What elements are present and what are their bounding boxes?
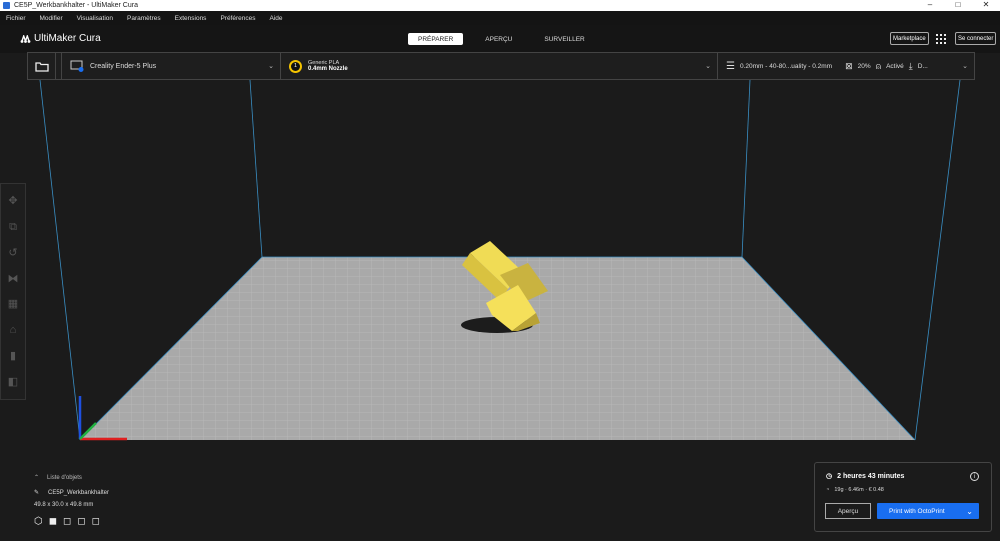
infill-value: 20% (857, 62, 871, 70)
tab-preview[interactable]: APERÇU (475, 33, 522, 45)
per-model-settings-icon[interactable]: ▦ (7, 298, 19, 310)
chevron-down-icon: ⌄ (705, 63, 711, 70)
view-left-icon[interactable]: ◻ (77, 516, 85, 527)
logo-text: UltiMaker Cura (34, 33, 101, 44)
minimize-button[interactable]: – (916, 0, 944, 9)
ultimaker-logo-icon (20, 34, 31, 43)
folder-icon (34, 61, 49, 72)
menu-modifier[interactable]: Modifier (40, 15, 63, 22)
support-icon: ⍝ (875, 60, 882, 71)
menu-aide[interactable]: Aide (269, 15, 282, 22)
tab-monitor[interactable]: SURVEILLER (534, 33, 594, 45)
stage-bar: Creality Ender-5 Plus ⌄ 1 Generic PLA 0.… (27, 52, 975, 80)
print-button-label: Print with OctoPrint (889, 507, 945, 515)
object-list: ⌃ Liste d'objets ✎ CE5P_Werkbankhalter 4… (34, 474, 109, 528)
view-front-icon[interactable]: ◼ (49, 516, 57, 527)
extruder-icon: 1 (289, 59, 302, 73)
object-dimensions: 49.8 x 30.0 x 49.8 mm (34, 502, 94, 508)
cylinder-tool-icon[interactable]: ▮ (7, 350, 19, 362)
title-bar: CE5P_Werkbankhalter - UltiMaker Cura – □… (0, 0, 1000, 11)
print-time: 2 heures 43 minutes (837, 472, 905, 480)
object-list-header: Liste d'objets (47, 474, 82, 481)
preview-button[interactable]: Aperçu (825, 503, 871, 519)
window-title: CE5P_Werkbankhalter - UltiMaker Cura (14, 2, 138, 9)
rotate-tool-icon[interactable]: ↺ (7, 247, 19, 259)
material-usage: 19g · 6.46m · € 0.48 (834, 487, 884, 493)
header: UltiMaker Cura PRÉPARER APERÇU SURVEILLE… (0, 25, 1000, 53)
view-top-icon[interactable]: ◻ (63, 516, 71, 527)
menu-fichier[interactable]: Fichier (6, 15, 26, 22)
print-button[interactable]: Print with OctoPrint ⌄ (877, 503, 979, 519)
menu-visualisation[interactable]: Visualisation (77, 15, 113, 22)
apps-grid-icon[interactable] (936, 34, 946, 44)
profile-name: 0.20mm - 40-80...uality - 0.2mm (739, 62, 833, 70)
infill-icon: ⊠ (845, 60, 853, 71)
move-tool-icon[interactable]: ✥ (7, 195, 19, 207)
pencil-icon: ✎ (34, 490, 40, 496)
menu-bar: Fichier Modifier Visualisation Paramètre… (0, 11, 1000, 25)
print-settings-selector[interactable]: ☰ 0.20mm - 40-80...uality - 0.2mm ⊠ 20% … (718, 53, 974, 79)
close-button[interactable]: ✕ (972, 0, 1000, 9)
support-value: Activé (886, 62, 904, 70)
tab-prepare[interactable]: PRÉPARER (408, 33, 464, 45)
settings-sliders-icon: ☰ (726, 60, 735, 72)
object-list-toggle[interactable]: ⌃ Liste d'objets (34, 474, 109, 482)
nozzle-size: 0.4mm Nozzle (308, 66, 348, 72)
view-right-icon[interactable]: ◻ (92, 516, 100, 527)
open-file-button[interactable] (28, 53, 56, 79)
printer-icon (70, 60, 84, 72)
tool-panel: ✥ ⧉ ↺ ⧓ ▦ ⌂ ▮ ◧ (0, 183, 26, 400)
chevron-up-icon: ⌃ (34, 475, 40, 481)
print-job-panel: ◷ 2 heures 43 minutes i ◔ 19g · 6.46m · … (814, 462, 992, 532)
chevron-down-icon: ⌄ (962, 63, 968, 70)
mirror-tool-icon[interactable]: ⧓ (7, 273, 19, 285)
adhesion-value: D... (917, 62, 928, 70)
adhesion-icon: ⤓ (908, 60, 913, 71)
view-3d-icon[interactable]: ⬡ (34, 516, 43, 527)
support-blocker-icon[interactable]: ⌂ (7, 324, 19, 336)
sign-in-button[interactable]: Se connecter (955, 32, 997, 45)
material-selector[interactable]: 1 Generic PLA 0.4mm Nozzle ⌄ (281, 53, 718, 79)
chevron-down-icon: ⌄ (268, 63, 274, 70)
clock-icon: ◷ (826, 473, 833, 480)
material-usage-icon: ◔ (826, 487, 830, 493)
other-tool-icon[interactable]: ◧ (7, 376, 19, 388)
object-item[interactable]: ✎ CE5P_Werkbankhalter (34, 489, 109, 497)
menu-preferences[interactable]: Préférences (220, 15, 255, 22)
scale-tool-icon[interactable]: ⧉ (7, 221, 19, 233)
logo: UltiMaker Cura (20, 33, 101, 44)
object-name: CE5P_Werkbankhalter (48, 489, 109, 496)
info-icon[interactable]: i (970, 472, 979, 481)
chevron-down-icon[interactable]: ⌄ (966, 507, 973, 516)
app-icon (3, 2, 10, 9)
printer-selector[interactable]: Creality Ender-5 Plus ⌄ (62, 53, 281, 79)
printer-name: Creality Ender-5 Plus (90, 62, 157, 70)
maximize-button[interactable]: □ (944, 0, 972, 9)
marketplace-button[interactable]: Marketplace (890, 32, 929, 45)
menu-extensions[interactable]: Extensions (175, 15, 207, 22)
menu-parametres[interactable]: Paramètres (127, 15, 161, 22)
